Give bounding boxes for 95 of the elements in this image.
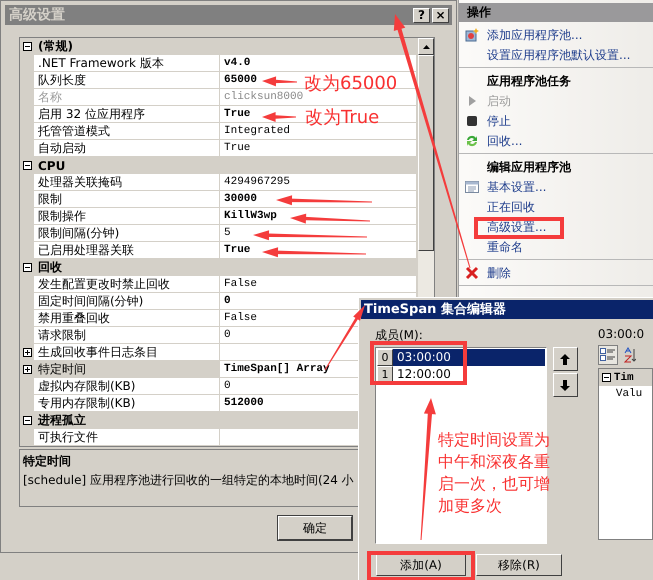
property-name[interactable]: 限制 (34, 191, 220, 208)
property-name[interactable]: 发生配置更改时禁止回收 (34, 276, 220, 293)
section-heading: 应用程序池任务 (486, 73, 572, 90)
property-name[interactable]: .NET Framework 版本 (34, 55, 220, 72)
up-arrow-icon (560, 354, 570, 364)
expand-icon[interactable] (22, 365, 32, 374)
property-name[interactable]: 托管管道模式 (34, 123, 220, 140)
move-up-button[interactable] (552, 347, 578, 371)
property-name[interactable]: 自动启动 (34, 140, 220, 157)
property-value[interactable]: False (224, 278, 258, 290)
scrollbar-thumb[interactable] (418, 55, 434, 251)
property-name[interactable]: 生成回收事件日志条目 (34, 344, 220, 361)
property-value[interactable]: Integrated (224, 125, 290, 137)
property-value[interactable]: v4.0 (224, 57, 250, 69)
property-value[interactable]: 0 (224, 295, 231, 307)
property-value[interactable]: 0 (224, 380, 231, 392)
action-link[interactable]: 设置应用程序池默认设置... (487, 46, 630, 64)
collapse-icon[interactable] (22, 263, 32, 272)
help-button[interactable]: ? (413, 8, 430, 22)
property-value[interactable]: True (224, 244, 250, 256)
expand-icon[interactable] (22, 348, 32, 357)
add-button[interactable]: 添加(A) (376, 554, 466, 576)
action-link[interactable]: 高级设置... (487, 218, 546, 236)
property-name[interactable]: 专用内存限制(KB) (34, 395, 220, 412)
property-name[interactable]: 特定时间 (34, 361, 220, 378)
window-title: 高级设置 (9, 6, 66, 24)
action-link[interactable]: 回收... (487, 132, 522, 150)
action-link[interactable]: 正在回收 (487, 198, 535, 216)
property-name[interactable]: 可执行文件 (34, 429, 220, 446)
action-link[interactable]: 停止 (487, 112, 511, 130)
arrow (262, 76, 297, 86)
property-value[interactable]: 65000 (224, 74, 258, 86)
up-arrow-icon (422, 44, 430, 48)
members-label: 成员(M): (375, 327, 424, 344)
close-button[interactable]: × (432, 8, 449, 22)
row-index: 0 (377, 349, 393, 366)
property-value[interactable]: 4294967295 (224, 176, 290, 188)
action-link[interactable]: 删除 (487, 264, 511, 282)
sort-icon (624, 347, 636, 363)
property-value[interactable]: 512000 (224, 397, 264, 409)
annotation-note: 特定时间设置为中午和深夜各重启一次，也可增加更多次 (438, 429, 551, 517)
refresh-icon (464, 133, 480, 149)
settings-sheet-icon (464, 179, 480, 195)
ok-button[interactable]: 确定 (278, 516, 352, 540)
remove-button[interactable]: 移除(R) (476, 554, 562, 576)
category-label: 回收 (37, 259, 62, 276)
property-name[interactable]: 固定时间间隔(分钟) (34, 293, 220, 310)
collapse-icon[interactable] (22, 42, 32, 51)
category-label: CPU (37, 158, 66, 172)
stop-icon (464, 113, 480, 129)
add-pool-icon (464, 27, 480, 43)
property-name[interactable]: 队列长度 (34, 72, 220, 89)
action-link[interactable]: 重命名 (487, 238, 523, 256)
action-link[interactable]: 添加应用程序池... (487, 26, 582, 44)
delete-icon (464, 265, 480, 281)
description-text: [schedule] 应用程序池进行回收的一组特定的本地时间(24 小 (23, 472, 355, 489)
collapse-icon[interactable] (22, 416, 32, 425)
property-name[interactable]: 启用 32 位应用程序 (34, 106, 220, 123)
section-heading: 编辑应用程序池 (486, 159, 572, 176)
annotation-note: 改为65000 (304, 72, 398, 95)
property-name[interactable]: Valu (598, 386, 652, 403)
categorized-button[interactable] (598, 345, 618, 365)
category-label: Tim (614, 372, 634, 384)
property-name[interactable]: 处理器关联掩码 (34, 174, 220, 191)
arrow (262, 112, 296, 122)
property-value[interactable]: True (224, 108, 250, 120)
property-value[interactable]: True (224, 142, 250, 154)
property-value[interactable]: 0 (224, 329, 231, 341)
property-value[interactable]: 30000 (224, 193, 258, 205)
member-item[interactable]: 12:00:00 (393, 366, 545, 383)
action-link[interactable]: 基本设置... (487, 178, 546, 196)
collapse-icon[interactable] (22, 161, 32, 170)
categorized-icon (600, 348, 616, 362)
property-value[interactable]: KillW3wp (224, 210, 277, 222)
category-label: (常规) (37, 38, 73, 55)
property-name[interactable]: 禁用重叠回收 (34, 310, 220, 327)
property-name[interactable]: 限制间隔(分钟) (34, 225, 220, 242)
down-arrow-icon (560, 380, 570, 390)
property-name[interactable]: 限制操作 (34, 208, 220, 225)
member-item[interactable]: 03:00:00 (393, 349, 545, 366)
move-down-button[interactable] (552, 373, 578, 397)
scroll-up-button[interactable] (418, 38, 434, 55)
property-title: 03:00:0 (598, 327, 646, 343)
collapse-icon[interactable] (602, 373, 611, 382)
property-name[interactable]: 已启用处理器关联 (34, 242, 220, 259)
panel-header: 操作 (459, 3, 653, 22)
property-value[interactable]: 5 (224, 227, 231, 239)
property-name[interactable]: 请求限制 (34, 327, 220, 344)
property-value[interactable]: False (224, 312, 258, 324)
description-title: 特定时间 (23, 453, 72, 470)
category-label: 进程孤立 (36, 412, 86, 429)
property-value[interactable]: TimeSpan[] Array (224, 363, 330, 375)
dialog-title: TimeSpan 集合编辑器 (361, 300, 653, 319)
annotation-note: 改为True (305, 106, 380, 129)
property-name[interactable]: 虚拟内存限制(KB) (34, 378, 220, 395)
